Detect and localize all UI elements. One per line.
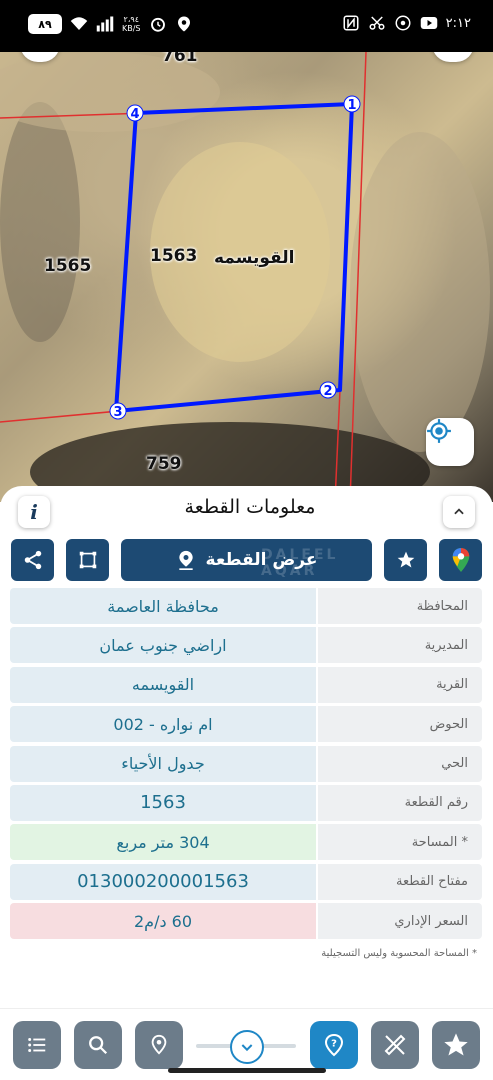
status-bar: ٨٩ ٢،٩٤ KB/S ٢:١٢	[0, 0, 493, 52]
location-pin-icon	[178, 550, 193, 570]
row-value: 60 د/م2	[10, 903, 316, 940]
chevron-up-icon	[454, 508, 464, 515]
row-admin-price: السعر الإداري 60 د/م2	[10, 903, 482, 940]
parcel-label-number: 1563	[150, 246, 198, 266]
help-button[interactable]: ?	[310, 1021, 358, 1069]
google-maps-button[interactable]	[439, 539, 482, 581]
parcel-info-sheet: i معلومات القطعة DALEEL AQAR عرض القطعة …	[0, 486, 493, 1016]
signal-icon	[96, 16, 114, 32]
row-neighborhood: الحي جدول الأحياء	[10, 745, 482, 782]
star-icon	[397, 551, 414, 568]
polygon-icon	[79, 551, 96, 569]
share-icon	[24, 550, 41, 570]
row-governorate: المحافظة محافظة العاصمة	[10, 588, 482, 624]
favorites-button[interactable]	[432, 1021, 480, 1069]
polygon-button[interactable]	[66, 539, 109, 581]
show-parcel-button[interactable]: DALEEL AQAR عرض القطعة	[121, 539, 372, 581]
map-view[interactable]: 1 2 3 4 761 1565 1563 القويسمه 759	[0, 52, 493, 502]
row-value: 013000200001563	[10, 863, 316, 900]
vertex-2-label: 2	[323, 384, 332, 399]
wifi-icon	[70, 17, 88, 30]
row-value: 1563	[10, 784, 316, 821]
search-button[interactable]	[74, 1021, 122, 1069]
vertex-1[interactable]: 1	[343, 95, 361, 113]
map-pin-icon	[151, 1034, 167, 1055]
location-icon	[177, 16, 190, 32]
row-value: اراضي جنوب عمان	[10, 627, 316, 664]
parcel-label-top: 761	[162, 52, 198, 66]
vertex-3[interactable]: 3	[109, 402, 127, 420]
row-label: المساحة *	[318, 824, 482, 861]
sheet-title: معلومات القطعة	[184, 496, 316, 518]
search-icon	[89, 1036, 108, 1055]
favorite-button[interactable]	[384, 539, 427, 581]
status-left: ٨٩ ٢،٩٤ KB/S	[28, 14, 193, 34]
row-value: جدول الأحياء	[10, 745, 316, 782]
vertex-4-label: 4	[130, 107, 139, 122]
row-directorate: المديرية اراضي جنوب عمان	[10, 627, 482, 664]
chevron-down-icon	[241, 1044, 253, 1052]
net-speed-unit: KB/S	[122, 24, 141, 33]
sheet-toolbar: DALEEL AQAR عرض القطعة	[0, 539, 493, 583]
scissors-icon	[369, 16, 385, 30]
parcel-overlay: 1 2 3 4	[0, 52, 490, 502]
row-village: القرية القويسمه	[10, 666, 482, 703]
area-footnote: * المساحة المحسوبة وليس التسجيلية	[321, 948, 477, 959]
vertex-2[interactable]: 2	[319, 381, 337, 399]
row-label: رقم القطعة	[318, 784, 482, 821]
pin-button[interactable]	[135, 1021, 183, 1069]
gps-icon	[427, 419, 451, 443]
parcel-label-name: القويسمه	[214, 248, 295, 268]
info-button[interactable]: i	[18, 496, 50, 528]
my-location-button[interactable]	[426, 418, 474, 466]
row-value: 304 متر مربع	[10, 824, 316, 861]
help-pin-icon: ?	[324, 1033, 344, 1057]
parcel-info-table: المحافظة محافظة العاصمة المديرية اراضي ج…	[10, 588, 482, 943]
list-button[interactable]	[13, 1021, 61, 1069]
vertex-1-label: 1	[347, 98, 356, 113]
parcel-label-bottom: 759	[146, 454, 182, 474]
ruler-pencil-icon	[384, 1034, 406, 1056]
collapse-button[interactable]	[443, 496, 475, 528]
youtube-icon	[420, 17, 437, 29]
row-label: السعر الإداري	[318, 903, 482, 940]
app-notification-icon	[395, 15, 411, 31]
list-icon	[28, 1038, 46, 1052]
watermark: DALEEL AQAR	[261, 547, 339, 579]
clock: ٢:١٢	[445, 15, 471, 31]
row-label: الحي	[318, 745, 482, 782]
row-label: المحافظة	[318, 588, 482, 624]
battery-icon: ٨٩	[28, 14, 62, 34]
sheet-header: i معلومات القطعة	[0, 486, 493, 536]
sheet-toggle-button[interactable]	[230, 1030, 264, 1064]
net-speed-value: ٢،٩٤	[123, 15, 139, 24]
measure-button[interactable]	[371, 1021, 419, 1069]
row-parcel-key: مفتاح القطعة 013000200001563	[10, 863, 482, 900]
row-label: مفتاح القطعة	[318, 863, 482, 900]
vertex-3-label: 3	[113, 405, 122, 420]
row-parcel-number: رقم القطعة 1563	[10, 784, 482, 821]
share-button[interactable]	[11, 539, 54, 581]
row-area: المساحة * 304 متر مربع	[10, 824, 482, 861]
row-label: الحوض	[318, 706, 482, 743]
star-icon	[444, 1033, 468, 1056]
parcel-label-left: 1565	[44, 256, 92, 276]
nfc-icon	[343, 15, 359, 31]
row-label: المديرية	[318, 627, 482, 664]
google-maps-icon	[452, 548, 469, 572]
row-value: ام نواره - 002	[10, 706, 316, 743]
alarm-icon	[150, 17, 165, 32]
status-right: ٢:١٢	[342, 14, 471, 32]
row-basin: الحوض ام نواره - 002	[10, 706, 482, 743]
row-value: محافظة العاصمة	[10, 588, 316, 624]
svg-text:?: ?	[331, 1039, 337, 1050]
row-label: القرية	[318, 666, 482, 703]
home-indicator[interactable]	[168, 1068, 326, 1073]
network-speed: ٢،٩٤ KB/S	[122, 15, 141, 33]
row-value: القويسمه	[10, 666, 316, 703]
